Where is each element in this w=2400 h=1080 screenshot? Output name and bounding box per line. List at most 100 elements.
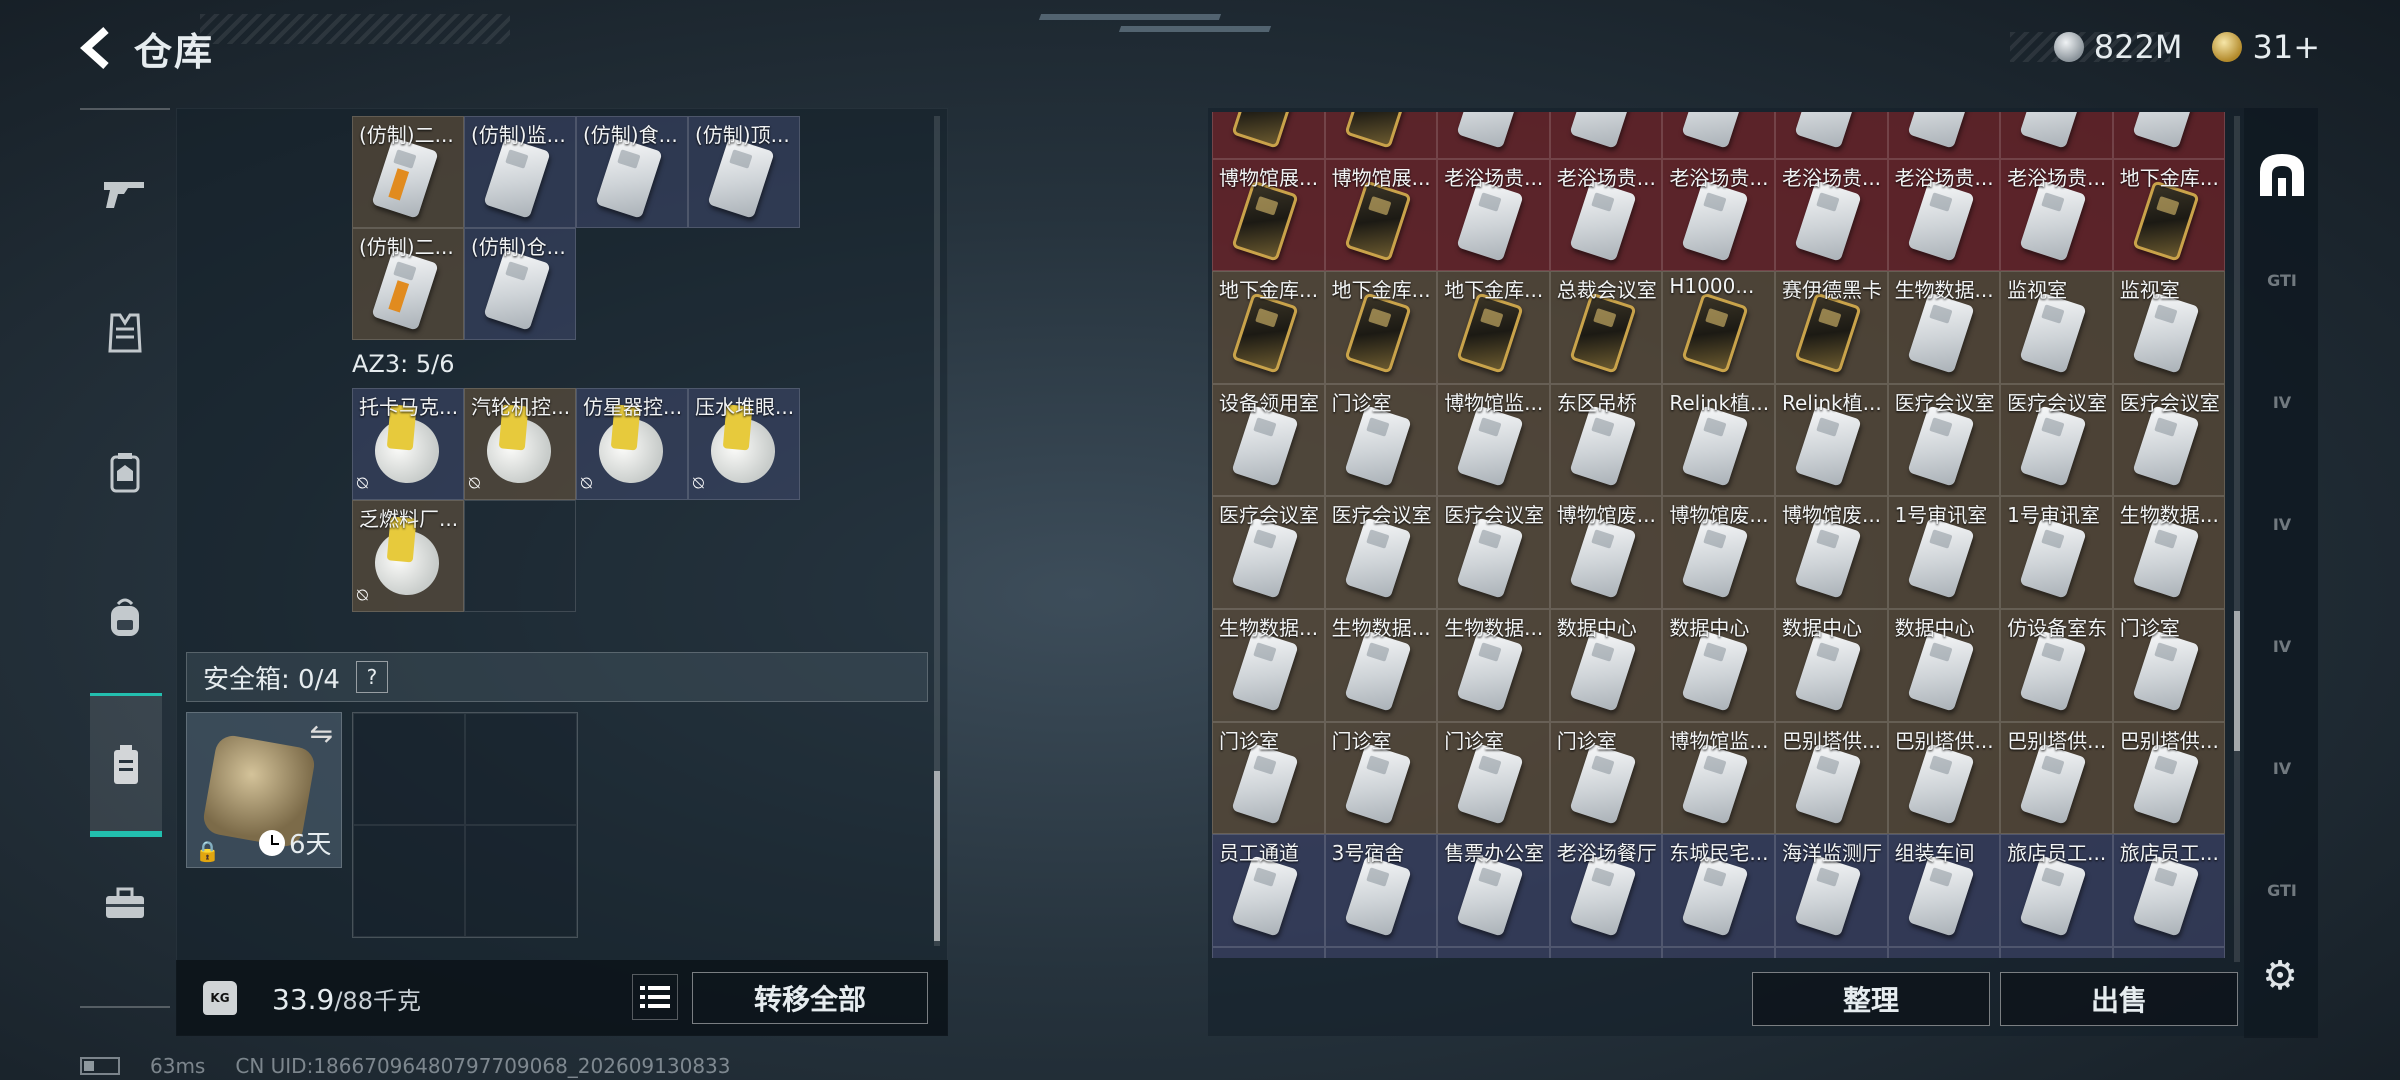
stash-item[interactable]: 医疗会议室 xyxy=(1212,496,1325,609)
stash-item[interactable]: 监视室 xyxy=(2112,271,2226,384)
stash-item[interactable] xyxy=(1437,946,1550,958)
nav-keycard-case[interactable] xyxy=(90,693,162,837)
inventory-item[interactable]: (仿制)顶... xyxy=(688,116,800,228)
stash-tab-iv-3[interactable]: IV xyxy=(2250,596,2314,696)
stash-item[interactable]: 1号审讯室 xyxy=(2000,496,2113,609)
stash-item[interactable]: 门诊室 xyxy=(1437,721,1550,835)
stash-item[interactable]: 赛伊德黑卡 xyxy=(1774,271,1888,384)
stash-item[interactable]: Relink植... xyxy=(1662,383,1775,497)
left-scrollbar[interactable] xyxy=(934,116,940,946)
stash-item[interactable] xyxy=(1774,112,1888,159)
stash-tab-iv-2[interactable]: IV xyxy=(2250,474,2314,574)
empty-slot[interactable] xyxy=(353,825,465,937)
stash-item[interactable] xyxy=(1549,946,1663,958)
stash-item[interactable] xyxy=(2000,112,2113,159)
stash-item[interactable] xyxy=(1324,112,1438,159)
inventory-item[interactable]: 汽轮机控... ⍉ xyxy=(464,388,576,500)
stash-item[interactable]: 门诊室 xyxy=(1212,721,1325,835)
stash-item[interactable]: 旅店员工... xyxy=(2112,834,2226,947)
stash-item[interactable] xyxy=(2000,946,2113,958)
silver-currency[interactable]: 822M xyxy=(2053,28,2182,66)
stash-item[interactable] xyxy=(1887,112,2001,159)
stash-item[interactable]: 门诊室 xyxy=(1324,721,1438,835)
stash-item[interactable]: 旅店员工... xyxy=(2000,834,2113,947)
stash-item[interactable]: 设备领用室 xyxy=(1212,383,1325,497)
stash-item[interactable]: 门诊室 xyxy=(1549,721,1663,835)
stash-item[interactable]: 医疗会议室 xyxy=(1324,496,1438,609)
stash-item[interactable]: 生物数据... xyxy=(1437,608,1550,722)
inventory-item[interactable]: (仿制)二... xyxy=(352,116,464,228)
stash-item[interactable] xyxy=(1549,112,1663,159)
empty-slot[interactable] xyxy=(464,500,576,612)
stash-item[interactable] xyxy=(1662,946,1775,958)
stash-item[interactable]: 博物馆废... xyxy=(1662,496,1775,609)
nav-weapons[interactable] xyxy=(90,158,160,228)
back-button[interactable] xyxy=(70,22,122,74)
sort-button[interactable]: 整理 xyxy=(1752,972,1990,1026)
stash-item[interactable]: 售票办公室 xyxy=(1437,834,1550,947)
stash-item[interactable]: 地下金库... xyxy=(2112,158,2226,272)
stash-item[interactable] xyxy=(2112,112,2226,159)
nav-backpack[interactable] xyxy=(90,583,160,653)
stash-item[interactable]: 老浴场贵... xyxy=(1887,158,2001,272)
stash-tab-gti[interactable]: GTI xyxy=(2250,230,2314,330)
stash-item[interactable]: 生物数据... xyxy=(1212,608,1325,722)
stash-item[interactable]: 巴别塔供... xyxy=(1887,721,2001,835)
inventory-item[interactable]: 仿星器控... ⍉ xyxy=(576,388,688,500)
stash-item[interactable]: 医疗会议室 xyxy=(1437,496,1550,609)
nav-armor[interactable] xyxy=(90,298,160,368)
stash-scrollbar[interactable] xyxy=(2234,116,2240,962)
inventory-item[interactable]: 托卡马克... ⍉ xyxy=(352,388,464,500)
stash-item[interactable]: Relink植... xyxy=(1774,383,1888,497)
transfer-all-button[interactable]: 转移全部 xyxy=(692,972,928,1024)
stash-item[interactable]: 老浴场贵... xyxy=(1437,158,1550,272)
stash-item[interactable]: 博物馆监... xyxy=(1662,721,1775,835)
stash-item[interactable]: 3号宿舍 xyxy=(1324,834,1438,947)
stash-item[interactable]: 博物馆展... xyxy=(1324,158,1438,272)
stash-item[interactable]: 门诊室 xyxy=(2112,608,2226,722)
stash-item[interactable]: 巴别塔供... xyxy=(1774,721,1888,835)
stash-item[interactable]: 巴别塔供... xyxy=(2112,721,2226,835)
swap-icon[interactable]: ⇋ xyxy=(310,717,333,750)
stash-item[interactable]: 老浴场贵... xyxy=(1662,158,1775,272)
stash-item[interactable]: 1号审讯室 xyxy=(1887,496,2001,609)
stash-item[interactable]: 监视室 xyxy=(2000,271,2113,384)
stash-item[interactable]: 数据中心 xyxy=(1887,608,2001,722)
stash-item[interactable]: 组装车间 xyxy=(1887,834,2001,947)
stash-item[interactable]: 博物馆监... xyxy=(1437,383,1550,497)
help-button[interactable]: ? xyxy=(355,661,388,693)
inventory-item[interactable]: (仿制)食... xyxy=(576,116,688,228)
settings-gear-icon[interactable]: ⚙ xyxy=(2256,952,2304,1000)
stash-item[interactable] xyxy=(1774,946,1888,958)
stash-item[interactable] xyxy=(1887,946,2001,958)
scrollbar-thumb[interactable] xyxy=(2234,611,2240,751)
empty-slot[interactable] xyxy=(353,713,465,825)
stash-item[interactable]: 医疗会议室 xyxy=(1887,383,2001,497)
stash-item[interactable]: 博物馆废... xyxy=(1774,496,1888,609)
stash-item[interactable]: 老浴场餐厅 xyxy=(1549,834,1663,947)
stash-item[interactable]: 生物数据... xyxy=(1887,271,2001,384)
gold-currency[interactable]: 31+ xyxy=(2212,28,2320,66)
stash-item[interactable]: 老浴场贵... xyxy=(1549,158,1663,272)
scrollbar-thumb[interactable] xyxy=(934,771,940,941)
stash-item[interactable] xyxy=(1212,946,1325,958)
stash-item[interactable]: 巴别塔供... xyxy=(2000,721,2113,835)
stash-item[interactable] xyxy=(1324,946,1438,958)
stash-tab-iv-4[interactable]: IV xyxy=(2250,718,2314,818)
inventory-item[interactable]: 压水堆眼... ⍉ xyxy=(688,388,800,500)
stash-item[interactable]: 地下金库... xyxy=(1324,271,1438,384)
inventory-item[interactable]: (仿制)监... xyxy=(464,116,576,228)
stash-item[interactable]: 老浴场贵... xyxy=(2000,158,2113,272)
nav-toolbox[interactable] xyxy=(90,868,160,938)
stash-item[interactable]: 数据中心 xyxy=(1549,608,1663,722)
stash-item[interactable] xyxy=(1212,112,1325,159)
stash-item[interactable]: 博物馆展... xyxy=(1212,158,1325,272)
safe-box-item[interactable]: ⇋ 🔒 6天 xyxy=(186,712,342,868)
stash-item[interactable]: 地下金库... xyxy=(1212,271,1325,384)
inventory-item[interactable]: (仿制)二... xyxy=(352,228,464,340)
stash-item[interactable]: 东城民宅... xyxy=(1662,834,1775,947)
stash-item[interactable]: H1000... xyxy=(1662,271,1775,384)
empty-slot[interactable] xyxy=(465,825,577,937)
stash-tab-home[interactable] xyxy=(2250,124,2314,224)
stash-tab-iv-1[interactable]: IV xyxy=(2250,352,2314,452)
